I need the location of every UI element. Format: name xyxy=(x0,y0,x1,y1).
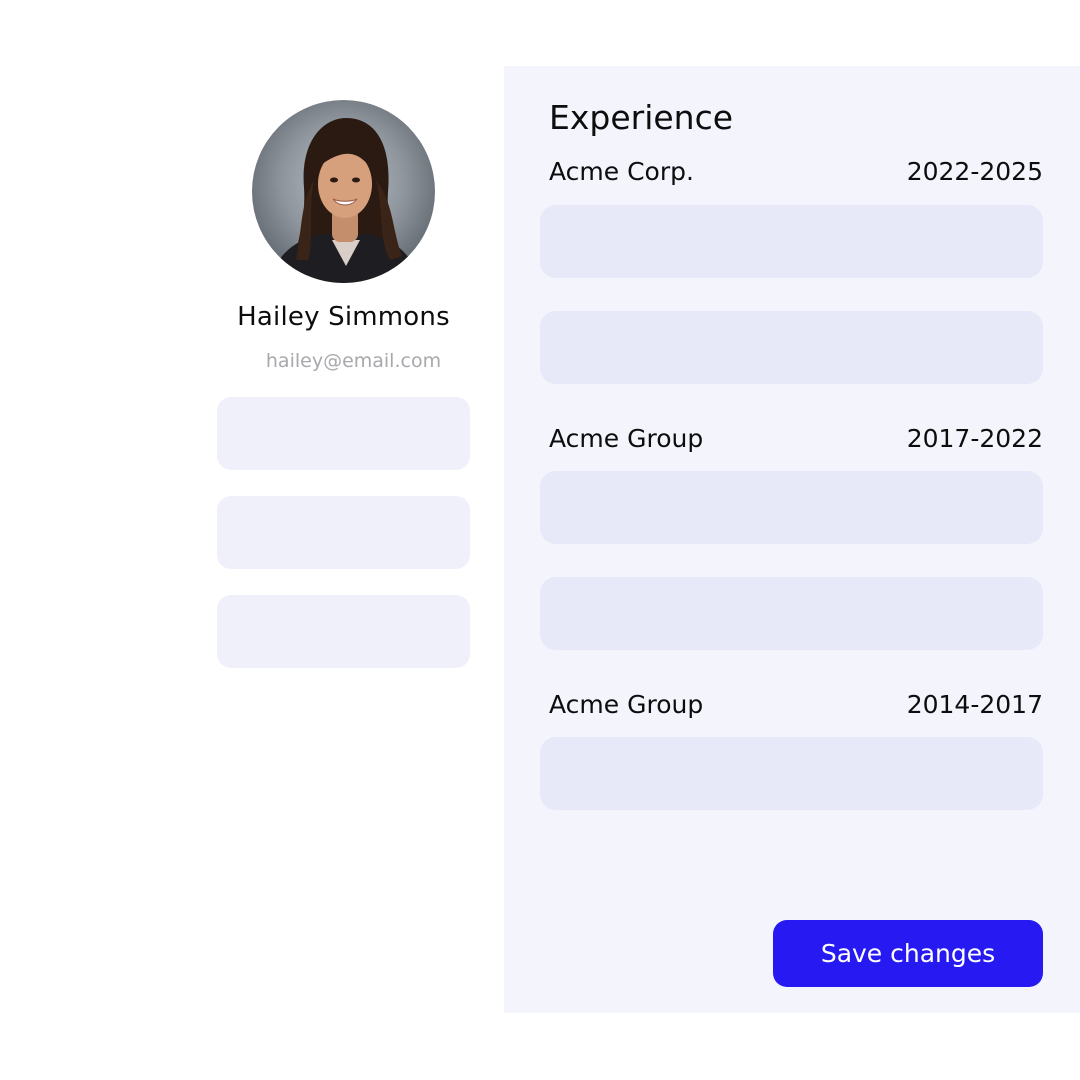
profile-field-2[interactable] xyxy=(217,496,470,569)
job-company: Acme Group xyxy=(549,690,704,719)
job-years: 2017-2022 xyxy=(906,424,1043,453)
save-button[interactable]: Save changes xyxy=(773,920,1043,987)
profile-email: hailey@email.com xyxy=(265,350,442,372)
experience-title: Experience xyxy=(549,98,734,137)
experience-panel: Experience Acme Corp. 2022-2025 Acme Gro… xyxy=(504,66,1080,1013)
job-years: 2022-2025 xyxy=(906,157,1043,186)
experience-field[interactable] xyxy=(540,205,1043,278)
profile-editor: Hailey Simmons hailey@email.com Experien… xyxy=(0,0,1080,1080)
job-header: Acme Group 2017-2022 xyxy=(549,424,1043,460)
avatar-photo xyxy=(270,118,420,283)
job-company: Acme Corp. xyxy=(549,157,694,186)
job-company: Acme Group xyxy=(549,424,704,453)
profile-field-3[interactable] xyxy=(217,595,470,668)
profile-name: Hailey Simmons xyxy=(237,302,450,332)
avatar xyxy=(252,100,435,283)
experience-field[interactable] xyxy=(540,311,1043,384)
job-years: 2014-2017 xyxy=(906,690,1043,719)
job-header: Acme Group 2014-2017 xyxy=(549,690,1043,726)
profile-field-1[interactable] xyxy=(217,397,470,470)
experience-field[interactable] xyxy=(540,471,1043,544)
experience-field[interactable] xyxy=(540,737,1043,810)
job-header: Acme Corp. 2022-2025 xyxy=(549,157,1043,193)
experience-field[interactable] xyxy=(540,577,1043,650)
